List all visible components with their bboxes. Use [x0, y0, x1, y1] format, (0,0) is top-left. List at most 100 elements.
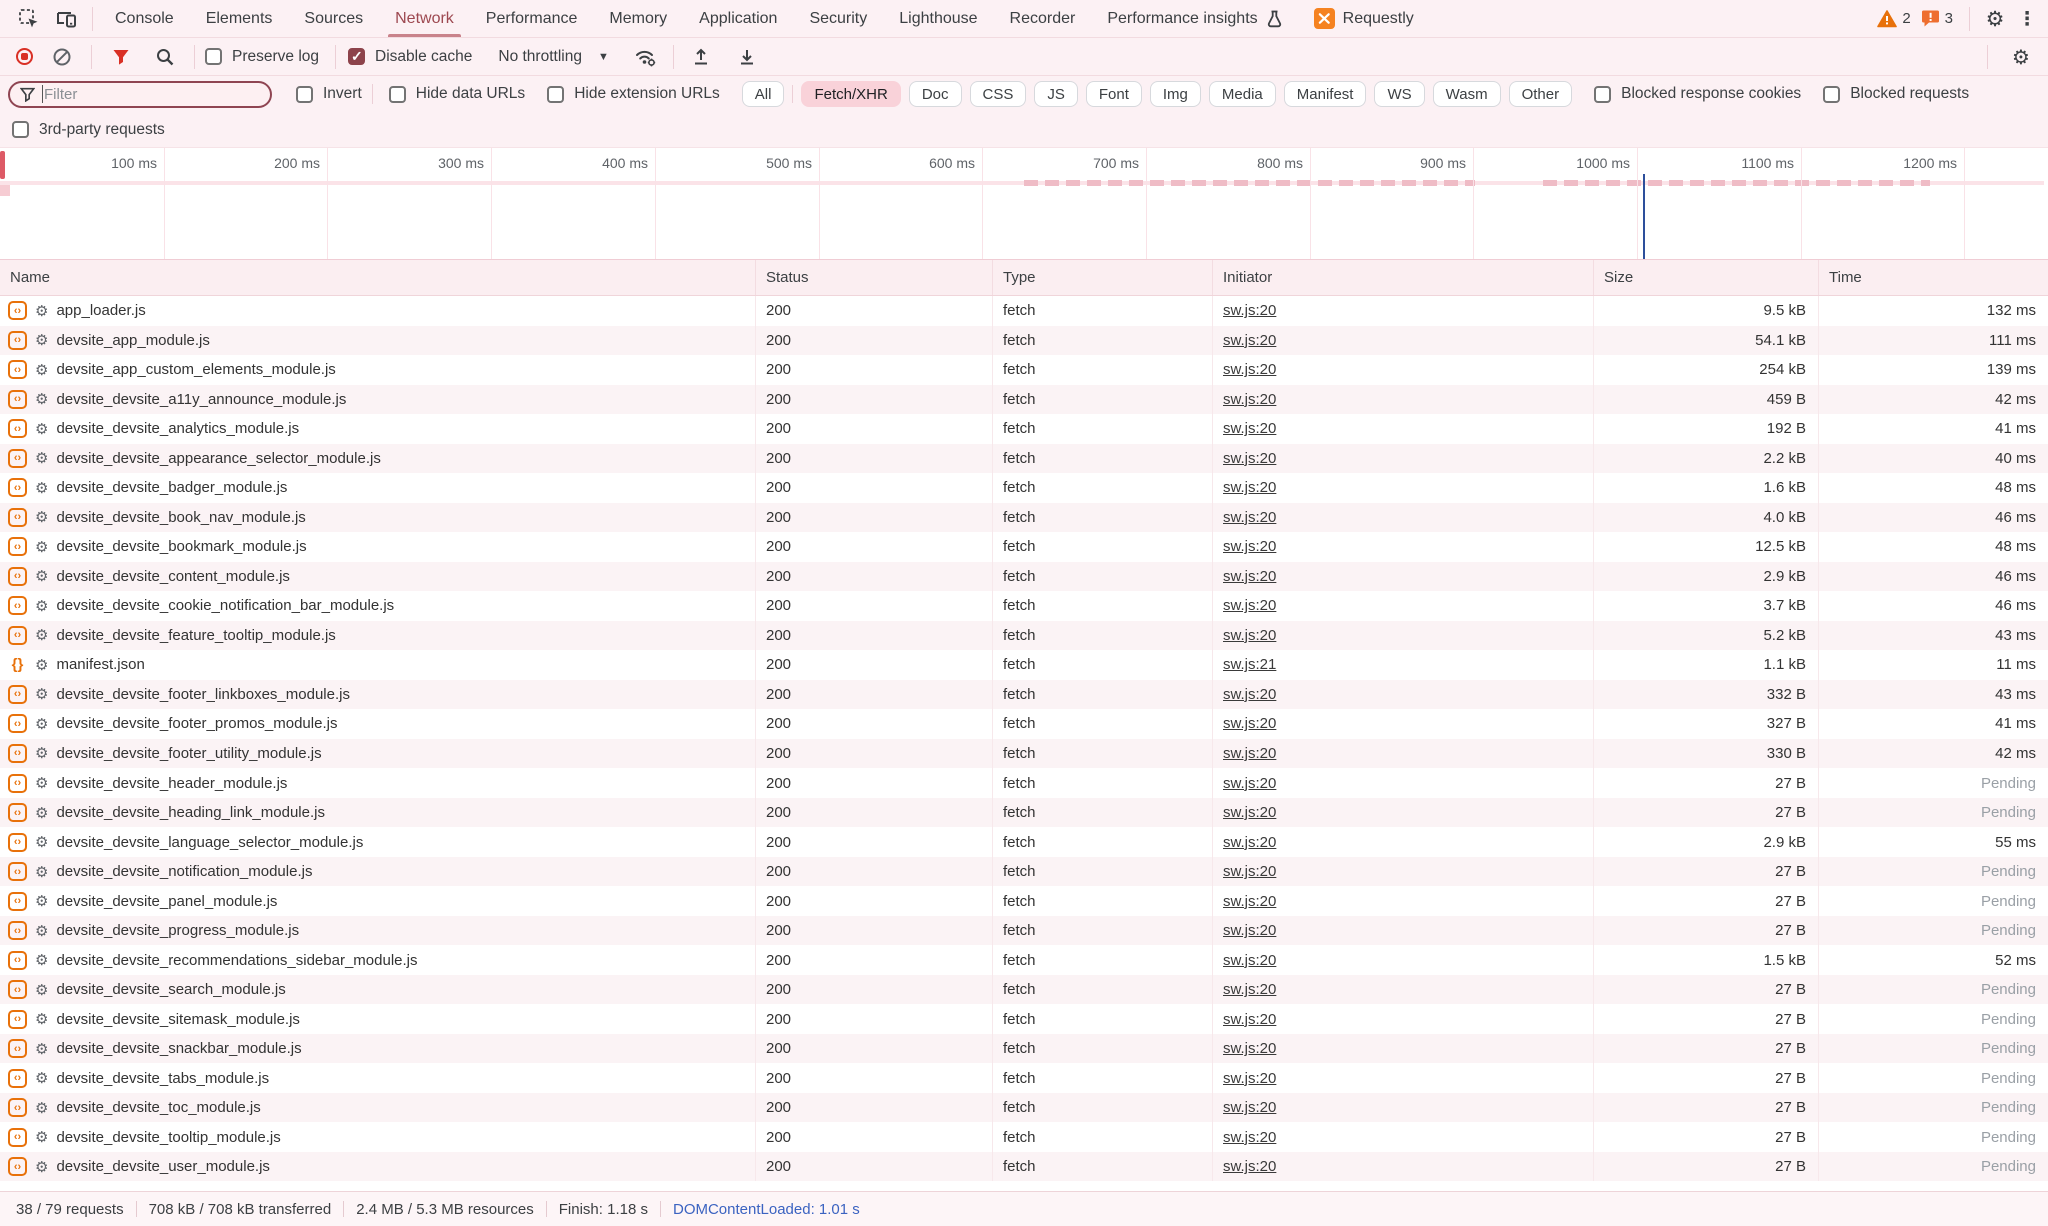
name-cell[interactable]: ‹›⚙devsite_devsite_notification_module.j…	[0, 857, 756, 887]
tab-security[interactable]: Security	[793, 0, 883, 37]
chip-manifest[interactable]: Manifest	[1284, 81, 1367, 107]
table-row[interactable]: {}⚙manifest.json200fetchsw.js:211.1 kB11…	[0, 650, 2048, 680]
chip-media[interactable]: Media	[1209, 81, 1276, 107]
initiator-link[interactable]: sw.js:20	[1223, 332, 1276, 349]
name-cell[interactable]: ‹›⚙devsite_devsite_badger_module.js	[0, 473, 756, 503]
throttling-select[interactable]: No throttling	[498, 48, 582, 66]
table-row[interactable]: ‹›⚙devsite_devsite_a11y_announce_module.…	[0, 385, 2048, 415]
third-party-requests-checkbox[interactable]	[12, 121, 29, 138]
name-cell[interactable]: ‹›⚙devsite_devsite_a11y_announce_module.…	[0, 385, 756, 415]
table-row[interactable]: ‹›⚙devsite_devsite_footer_utility_module…	[0, 739, 2048, 769]
name-cell[interactable]: ‹›⚙devsite_devsite_tooltip_module.js	[0, 1122, 756, 1152]
initiator-link[interactable]: sw.js:20	[1223, 745, 1276, 762]
network-settings-gear-icon[interactable]: ⚙	[2002, 40, 2040, 74]
initiator-link[interactable]: sw.js:20	[1223, 391, 1276, 408]
column-header-size[interactable]: Size	[1594, 260, 1819, 295]
initiator-link[interactable]: sw.js:20	[1223, 450, 1276, 467]
tab-sources[interactable]: Sources	[288, 0, 379, 37]
name-cell[interactable]: ‹›⚙devsite_devsite_heading_link_module.j…	[0, 798, 756, 828]
chip-img[interactable]: Img	[1150, 81, 1201, 107]
issues-error[interactable]: 3	[1921, 9, 1963, 28]
inspect-element-icon[interactable]	[10, 2, 48, 36]
export-har-icon[interactable]	[682, 40, 720, 74]
table-row[interactable]: ‹›⚙devsite_devsite_search_module.js200fe…	[0, 975, 2048, 1005]
column-header-type[interactable]: Type	[993, 260, 1213, 295]
chip-font[interactable]: Font	[1086, 81, 1142, 107]
blocked-response-cookies-checkbox[interactable]	[1594, 86, 1611, 103]
column-header-status[interactable]: Status	[756, 260, 993, 295]
initiator-link[interactable]: sw.js:20	[1223, 479, 1276, 496]
table-row[interactable]: ‹›⚙devsite_devsite_feature_tooltip_modul…	[0, 621, 2048, 651]
name-cell[interactable]: ‹›⚙devsite_devsite_bookmark_module.js	[0, 532, 756, 562]
table-row[interactable]: ‹›⚙devsite_devsite_badger_module.js200fe…	[0, 473, 2048, 503]
import-har-icon[interactable]	[728, 40, 766, 74]
initiator-link[interactable]: sw.js:20	[1223, 538, 1276, 555]
name-cell[interactable]: ‹›⚙devsite_devsite_tabs_module.js	[0, 1063, 756, 1093]
table-row[interactable]: ‹›⚙devsite_devsite_analytics_module.js20…	[0, 414, 2048, 444]
table-row[interactable]: ‹›⚙app_loader.js200fetchsw.js:209.5 kB13…	[0, 296, 2048, 326]
table-row[interactable]: ‹›⚙devsite_devsite_panel_module.js200fet…	[0, 886, 2048, 916]
table-row[interactable]: ‹›⚙devsite_devsite_footer_linkboxes_modu…	[0, 680, 2048, 710]
column-header-name[interactable]: Name	[0, 260, 756, 295]
table-row[interactable]: ‹›⚙devsite_devsite_progress_module.js200…	[0, 916, 2048, 946]
column-header-initiator[interactable]: Initiator	[1213, 260, 1594, 295]
initiator-link[interactable]: sw.js:20	[1223, 1011, 1276, 1028]
initiator-link[interactable]: sw.js:20	[1223, 834, 1276, 851]
tab-network[interactable]: Network	[379, 0, 470, 37]
name-cell[interactable]: ‹›⚙devsite_devsite_feature_tooltip_modul…	[0, 621, 756, 651]
name-cell[interactable]: ‹›⚙devsite_devsite_sitemask_module.js	[0, 1004, 756, 1034]
name-cell[interactable]: ‹›⚙devsite_app_module.js	[0, 326, 756, 356]
blocked-requests-checkbox[interactable]	[1823, 86, 1840, 103]
initiator-link[interactable]: sw.js:20	[1223, 686, 1276, 703]
name-cell[interactable]: ‹›⚙app_loader.js	[0, 296, 756, 326]
tab-application[interactable]: Application	[683, 0, 793, 37]
tab-performance[interactable]: Performance	[470, 0, 594, 37]
tab-console[interactable]: Console	[99, 0, 190, 37]
chip-fetch-xhr[interactable]: Fetch/XHR	[801, 81, 900, 107]
name-cell[interactable]: ‹›⚙devsite_devsite_recommendations_sideb…	[0, 945, 756, 975]
initiator-link[interactable]: sw.js:20	[1223, 893, 1276, 910]
tab-memory[interactable]: Memory	[593, 0, 683, 37]
initiator-link[interactable]: sw.js:20	[1223, 568, 1276, 585]
name-cell[interactable]: ‹›⚙devsite_devsite_search_module.js	[0, 975, 756, 1005]
issues-warning[interactable]: 2	[1877, 10, 1920, 28]
initiator-link[interactable]: sw.js:20	[1223, 1070, 1276, 1087]
network-conditions-icon[interactable]	[627, 40, 665, 74]
chip-other[interactable]: Other	[1509, 81, 1573, 107]
name-cell[interactable]: ‹›⚙devsite_devsite_header_module.js	[0, 768, 756, 798]
table-row[interactable]: ‹›⚙devsite_devsite_appearance_selector_m…	[0, 444, 2048, 474]
chip-doc[interactable]: Doc	[909, 81, 962, 107]
table-row[interactable]: ‹›⚙devsite_devsite_book_nav_module.js200…	[0, 503, 2048, 533]
chip-all[interactable]: All	[742, 81, 785, 107]
name-cell[interactable]: ‹›⚙devsite_devsite_user_module.js	[0, 1152, 756, 1182]
overview-left-handle[interactable]	[0, 151, 5, 179]
name-cell[interactable]: {}⚙manifest.json	[0, 650, 756, 680]
initiator-link[interactable]: sw.js:20	[1223, 804, 1276, 821]
initiator-link[interactable]: sw.js:20	[1223, 627, 1276, 644]
initiator-link[interactable]: sw.js:20	[1223, 597, 1276, 614]
invert-checkbox[interactable]	[296, 86, 313, 103]
chip-css[interactable]: CSS	[970, 81, 1027, 107]
name-cell[interactable]: ‹›⚙devsite_devsite_footer_utility_module…	[0, 739, 756, 769]
table-row[interactable]: ‹›⚙devsite_app_custom_elements_module.js…	[0, 355, 2048, 385]
table-row[interactable]: ‹›⚙devsite_devsite_notification_module.j…	[0, 857, 2048, 887]
initiator-link[interactable]: sw.js:20	[1223, 922, 1276, 939]
table-row[interactable]: ‹›⚙devsite_devsite_heading_link_module.j…	[0, 798, 2048, 828]
initiator-link[interactable]: sw.js:20	[1223, 509, 1276, 526]
table-row[interactable]: ‹›⚙devsite_devsite_cookie_notification_b…	[0, 591, 2048, 621]
initiator-link[interactable]: sw.js:20	[1223, 952, 1276, 969]
filter-funnel-icon[interactable]	[102, 40, 140, 74]
initiator-link[interactable]: sw.js:20	[1223, 981, 1276, 998]
settings-gear-icon[interactable]: ⚙	[1976, 2, 2014, 36]
name-cell[interactable]: ‹›⚙devsite_devsite_language_selector_mod…	[0, 827, 756, 857]
chip-wasm[interactable]: Wasm	[1433, 81, 1501, 107]
initiator-link[interactable]: sw.js:20	[1223, 715, 1276, 732]
initiator-link[interactable]: sw.js:20	[1223, 302, 1276, 319]
table-row[interactable]: ‹›⚙devsite_devsite_language_selector_mod…	[0, 827, 2048, 857]
name-cell[interactable]: ‹›⚙devsite_devsite_analytics_module.js	[0, 414, 756, 444]
table-row[interactable]: ‹›⚙devsite_devsite_header_module.js200fe…	[0, 768, 2048, 798]
column-header-time[interactable]: Time	[1819, 260, 2048, 295]
disable-cache-checkbox[interactable]	[348, 48, 365, 65]
search-icon[interactable]	[146, 40, 184, 74]
table-row[interactable]: ‹›⚙devsite_devsite_content_module.js200f…	[0, 562, 2048, 592]
